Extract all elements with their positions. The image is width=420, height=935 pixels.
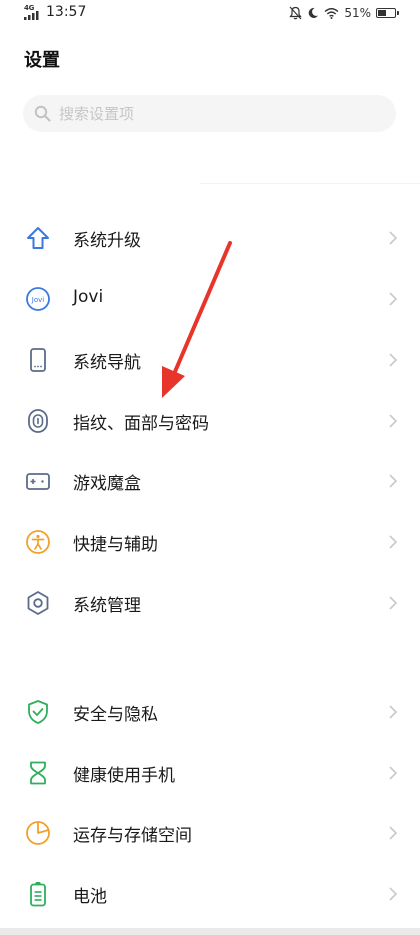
- settings-item-label: 系统升级: [73, 231, 141, 251]
- chevron-right-icon: [389, 474, 398, 488]
- search-input[interactable]: 搜索设置项: [23, 95, 396, 132]
- arrow-up-icon: [27, 227, 49, 249]
- battery-status-icon: [376, 8, 399, 18]
- shield-check-icon: [28, 700, 48, 724]
- settings-item-game-box[interactable]: 游戏魔盒: [0, 452, 420, 508]
- settings-item-security-privacy[interactable]: 安全与隐私: [0, 683, 420, 739]
- pie-chart-icon: [26, 821, 50, 845]
- settings-item-label: 安全与隐私: [73, 705, 158, 725]
- settings-item-label: 电池: [73, 887, 107, 907]
- chevron-right-icon: [389, 231, 398, 245]
- settings-item-system-update[interactable]: 系统升级: [0, 209, 420, 265]
- chevron-right-icon: [389, 826, 398, 840]
- settings-item-shortcuts-accessibility[interactable]: 快捷与辅助: [0, 513, 420, 569]
- hourglass-icon: [30, 761, 46, 785]
- battery-percentage: 51%: [344, 6, 371, 20]
- status-icons: 51%: [289, 5, 399, 21]
- status-bar: 4G 13:57 51%: [0, 0, 420, 28]
- battery-level-fill: [378, 10, 386, 16]
- settings-item-label: 运存与存储空间: [73, 826, 192, 846]
- settings-item-system-management[interactable]: 系统管理: [0, 574, 420, 630]
- page-title: 设置: [24, 50, 60, 71]
- settings-item-fingerprint-face-password[interactable]: 指纹、面部与密码: [0, 392, 420, 448]
- jovi-icon: Jovi: [26, 287, 50, 311]
- settings-item-label: 快捷与辅助: [73, 535, 158, 555]
- settings-item-label: 游戏魔盒: [73, 474, 141, 494]
- fingerprint-icon: [28, 409, 48, 433]
- svg-text:Jovi: Jovi: [31, 296, 44, 304]
- clock: 13:57: [46, 4, 87, 20]
- search-icon: [34, 105, 51, 122]
- search-placeholder: 搜索设置项: [59, 105, 135, 123]
- settings-item-label: 指纹、面部与密码: [73, 414, 209, 434]
- chevron-right-icon: [389, 353, 398, 367]
- game-box-icon: [26, 473, 50, 490]
- settings-item-digital-wellbeing[interactable]: 健康使用手机: [0, 744, 420, 800]
- settings-item-label: 系统导航: [73, 353, 141, 373]
- phone-nav-icon: [30, 348, 46, 372]
- settings-item-battery[interactable]: 电池: [0, 865, 420, 921]
- chevron-right-icon: [389, 292, 398, 306]
- chevron-right-icon: [389, 705, 398, 719]
- settings-item-jovi[interactable]: Jovi Jovi: [0, 270, 420, 326]
- system-gear-icon: [27, 591, 49, 615]
- settings-item-label: 系统管理: [73, 596, 141, 616]
- do-not-disturb-moon-icon: [309, 7, 319, 18]
- notification-off-icon: [289, 6, 303, 20]
- settings-item-label: 健康使用手机: [73, 766, 175, 786]
- accessibility-icon: [26, 530, 50, 554]
- chevron-right-icon: [389, 414, 398, 428]
- chevron-right-icon: [389, 596, 398, 610]
- chevron-right-icon: [389, 766, 398, 780]
- settings-item-system-navigation[interactable]: 系统导航: [0, 331, 420, 387]
- wifi-icon: [324, 8, 339, 19]
- cellular-signal-icon: 4G: [24, 4, 44, 20]
- chevron-right-icon: [389, 887, 398, 901]
- divider: [200, 183, 420, 184]
- chevron-right-icon: [389, 535, 398, 549]
- bottom-scroll-edge: [0, 928, 420, 935]
- settings-item-label: Jovi: [73, 287, 104, 307]
- settings-item-ram-storage[interactable]: 运存与存储空间: [0, 804, 420, 860]
- battery-icon: [30, 882, 46, 907]
